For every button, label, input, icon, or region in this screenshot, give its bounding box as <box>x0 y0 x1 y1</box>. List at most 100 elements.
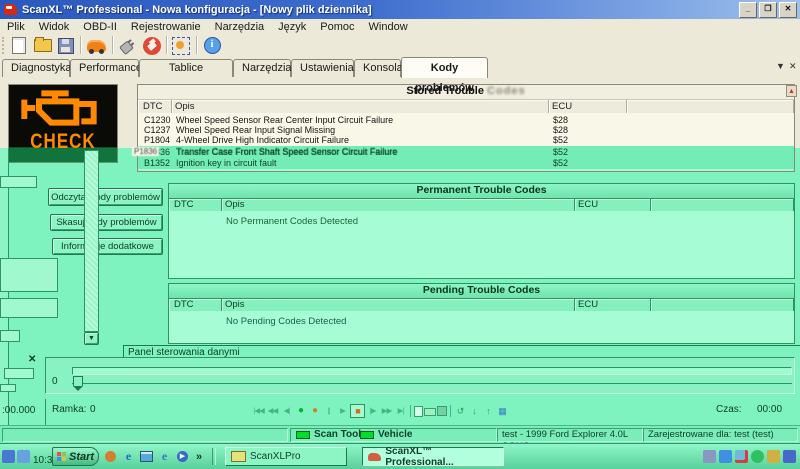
quicklaunch-launcher-icon[interactable] <box>103 449 118 464</box>
tab-ustawienia[interactable]: Ustawienia <box>291 59 354 77</box>
toolbar-separator <box>166 36 167 54</box>
show-desktop-icon[interactable] <box>139 449 154 464</box>
toolbar-separator <box>80 36 81 54</box>
slider-thumb[interactable] <box>73 376 83 386</box>
column-dtc[interactable]: DTC <box>138 100 172 113</box>
open-log-icon[interactable] <box>424 408 436 416</box>
glitch-close-icon[interactable]: ✕ <box>28 354 36 365</box>
tray-antivirus-icon[interactable] <box>751 450 764 463</box>
quicklaunch-ie-icon[interactable]: e <box>121 449 136 464</box>
tray-volume-muted-icon[interactable] <box>735 450 748 463</box>
save-log-icon[interactable] <box>437 406 447 416</box>
info-balloon-icon[interactable]: i <box>201 35 223 56</box>
slider-rail[interactable] <box>72 383 792 384</box>
tab-strip: Diagnostyka Performance Tablice rozdziel… <box>0 57 800 78</box>
column-opis[interactable]: Opis <box>222 299 575 311</box>
step-forward-icon[interactable]: |▶ <box>366 404 379 418</box>
start-button[interactable]: Start <box>52 447 99 466</box>
clear-codes-button[interactable]: Skasuj kody problemów <box>50 214 163 231</box>
fast-forward-icon[interactable]: ▶▶ <box>380 404 393 418</box>
tray-messenger-icon[interactable] <box>703 450 716 463</box>
column-blank[interactable] <box>627 100 794 113</box>
taskbar-button-scanxlpro[interactable]: ScanXLPro <box>225 447 347 466</box>
column-dtc[interactable]: DTC <box>169 199 222 211</box>
upload-icon[interactable]: ↑ <box>482 406 495 416</box>
quicklaunch-ie2-icon[interactable]: e <box>157 449 172 464</box>
close-button[interactable]: ✕ <box>779 2 797 18</box>
table-row[interactable]: C1230 Wheel Speed Sensor Rear Center Inp… <box>139 115 793 125</box>
connect-plug-icon[interactable] <box>116 35 138 56</box>
tab-performance[interactable]: Performance <box>70 59 139 77</box>
scrollbar-down-icon[interactable]: ▼ <box>84 332 99 345</box>
disconnect-plug-icon[interactable] <box>141 35 163 56</box>
table-row[interactable]: C1237 Wheel Speed Rear Input Signal Miss… <box>139 125 793 135</box>
column-opis[interactable]: Opis <box>222 199 575 211</box>
window-grid-icon[interactable]: ▦ <box>496 406 509 417</box>
table-row[interactable]: P1836 Transfer Case Front Shaft Speed Se… <box>139 147 793 157</box>
chevron-more-icon[interactable]: » <box>196 451 202 463</box>
separator <box>410 405 411 417</box>
new-log-icon[interactable] <box>414 406 423 417</box>
revert-icon[interactable]: ↺ <box>454 406 467 417</box>
menu-window[interactable]: Window <box>362 20 415 34</box>
menu-plik[interactable]: Plik <box>0 20 32 34</box>
glitch-fragment <box>0 384 16 392</box>
menu-jezyk[interactable]: Język <box>271 20 313 34</box>
window-title: ScanXL™ Professional - Nowa konfiguracja… <box>22 4 372 16</box>
progress-track[interactable] <box>72 367 792 375</box>
column-ecu[interactable]: ECU <box>549 100 627 113</box>
column-dtc[interactable]: DTC <box>169 299 222 311</box>
step-back-icon[interactable]: ◀| <box>280 404 293 418</box>
selection-target-icon[interactable] <box>170 35 192 56</box>
play-icon[interactable]: ▶ <box>336 404 349 418</box>
glitch-fragment <box>0 258 58 292</box>
menu-pomoc[interactable]: Pomoc <box>313 20 361 34</box>
vehicle-icon[interactable] <box>85 35 107 56</box>
column-blank[interactable] <box>651 199 794 211</box>
tab-tablice-rozdzielcze[interactable]: Tablice rozdzielcze <box>139 59 233 77</box>
menu-widok[interactable]: Widok <box>32 20 77 34</box>
minimize-button[interactable]: _ <box>739 2 757 18</box>
tab-narzedzia[interactable]: Narzędzia <box>233 59 291 77</box>
read-codes-button[interactable]: Odczytaj kody problemów <box>48 188 163 206</box>
tab-diagnostyka[interactable]: Diagnostyka <box>2 59 70 77</box>
record-green-icon[interactable]: ● <box>294 404 307 418</box>
download-icon[interactable]: ↓ <box>468 406 481 416</box>
tab-konsola[interactable]: Konsola <box>354 59 401 77</box>
media-player-icon[interactable]: ▶ <box>175 449 190 464</box>
glitch-tray-icon <box>2 450 15 463</box>
tray-network-icon[interactable] <box>783 450 796 463</box>
additional-info-button[interactable]: Informacje dodatkowe <box>52 238 163 255</box>
glitch-tray-icon <box>17 450 30 463</box>
column-opis[interactable]: Opis <box>172 100 549 113</box>
playback-toolbar: |◀◀ ◀◀ ◀| ● ● || ▶ ■ |▶ ▶▶ ▶| ↺ ↓ ↑ ▦ <box>252 403 509 419</box>
tab-close-icon[interactable]: ✕ <box>789 61 797 72</box>
record-amber-icon[interactable]: ● <box>308 404 321 418</box>
save-file-icon[interactable] <box>55 35 77 56</box>
menu-obd2[interactable]: OBD-II <box>76 20 124 34</box>
slider-panel <box>45 357 795 394</box>
tab-menu-icon[interactable]: ▼ <box>776 61 785 71</box>
new-file-icon[interactable] <box>8 35 30 56</box>
column-ecu[interactable]: ECU <box>575 299 651 311</box>
frame-value: 0 <box>90 404 96 415</box>
pause-icon[interactable]: || <box>322 404 335 418</box>
taskbar-button-scanxl-app[interactable]: ScanXL™ Professional... <box>362 447 504 466</box>
menu-narzedzia[interactable]: Narzędzia <box>208 20 272 34</box>
restore-button[interactable]: ❐ <box>759 2 777 18</box>
glitch-scrollbar[interactable] <box>84 150 99 332</box>
tray-battery-icon[interactable] <box>719 450 732 463</box>
tray-speaker-icon[interactable] <box>767 450 780 463</box>
stop-button-active[interactable]: ■ <box>350 404 365 418</box>
table-row[interactable]: P1804 4-Wheel Drive High Indicator Circu… <box>139 135 793 145</box>
tab-kody-problemow[interactable]: Kody problemów <box>401 57 488 78</box>
skip-first-icon[interactable]: |◀◀ <box>252 404 265 418</box>
open-file-icon[interactable] <box>32 35 54 56</box>
scrollbar-up-icon[interactable]: ▲ <box>786 85 797 97</box>
column-ecu[interactable]: ECU <box>575 199 651 211</box>
rewind-icon[interactable]: ◀◀ <box>266 404 279 418</box>
column-blank[interactable] <box>651 299 794 311</box>
skip-last-icon[interactable]: ▶| <box>394 404 407 418</box>
table-row[interactable]: B1352 Ignition key in circuit fault $52 <box>139 158 793 168</box>
menu-rejestrowanie[interactable]: Rejestrowanie <box>124 20 208 34</box>
